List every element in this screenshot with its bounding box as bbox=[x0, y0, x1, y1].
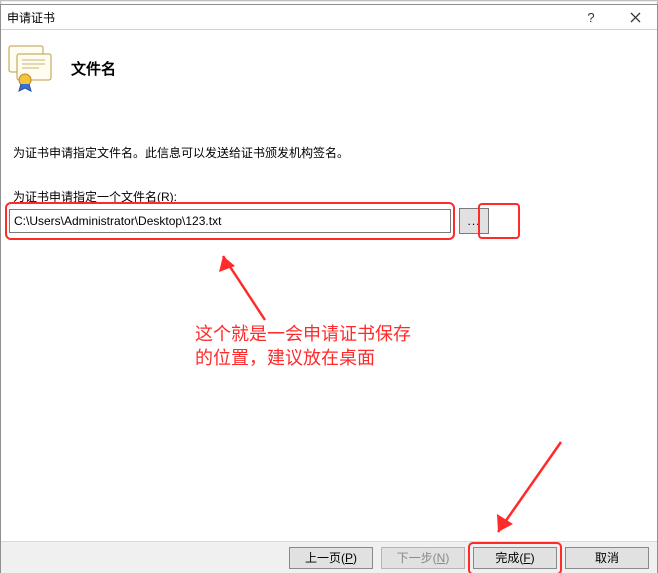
cancel-button[interactable]: 取消 bbox=[565, 547, 649, 569]
annotation-text: 这个就是一会申请证书保存 的位置，建议放在桌面 bbox=[195, 322, 455, 371]
previous-button[interactable]: 上一页(P) bbox=[289, 547, 373, 569]
certificate-icon bbox=[7, 44, 57, 92]
field-label: 为证书申请指定一个文件名(R): bbox=[13, 188, 177, 205]
browse-button[interactable]: ... bbox=[459, 208, 489, 234]
file-path-input[interactable] bbox=[9, 209, 451, 233]
close-icon bbox=[630, 12, 641, 23]
dialog-footer: 上一页(P) 下一步(N) 完成(F) 取消 bbox=[1, 541, 657, 573]
finish-button[interactable]: 完成(F) bbox=[473, 547, 557, 569]
next-button[interactable]: 下一步(N) bbox=[381, 547, 465, 569]
annotation-arrows bbox=[1, 30, 657, 573]
dialog-header: 文件名 bbox=[7, 44, 116, 92]
titlebar: 申请证书 ? bbox=[1, 5, 657, 30]
window-title: 申请证书 bbox=[7, 9, 55, 26]
instruction-text: 为证书申请指定文件名。此信息可以发送给证书颁发机构签名。 bbox=[13, 144, 349, 161]
dialog-heading: 文件名 bbox=[71, 58, 116, 79]
dialog-content: 文件名 为证书申请指定文件名。此信息可以发送给证书颁发机构签名。 为证书申请指定… bbox=[1, 30, 657, 573]
dialog-window: 申请证书 ? 文件名 为证书申请指定文件名。此 bbox=[0, 4, 658, 573]
close-button[interactable] bbox=[613, 5, 657, 29]
help-button[interactable]: ? bbox=[569, 5, 613, 29]
help-icon: ? bbox=[587, 10, 594, 25]
